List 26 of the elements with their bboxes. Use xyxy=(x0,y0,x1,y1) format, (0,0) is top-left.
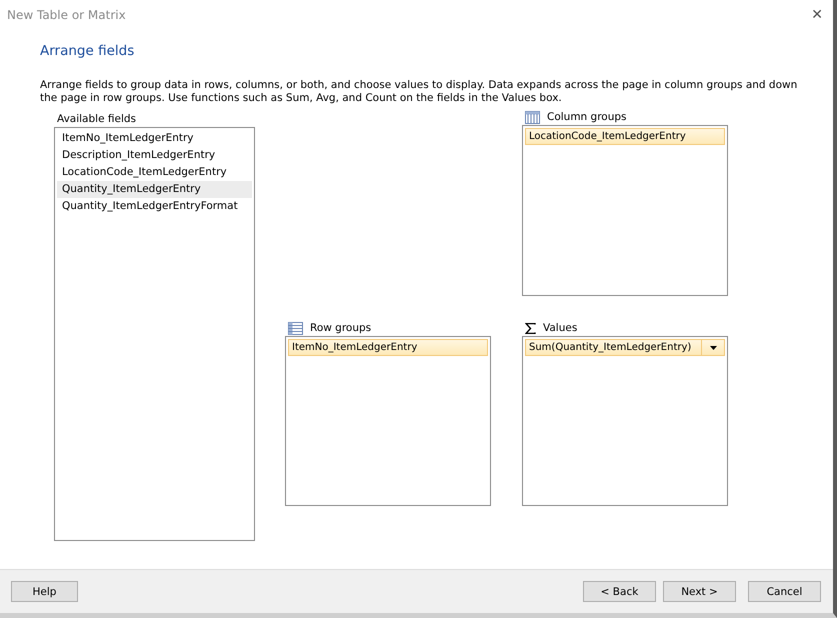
field-item[interactable]: Quantity_ItemLedgerEntryFormat xyxy=(57,198,252,215)
page-heading: Arrange fields xyxy=(40,43,136,59)
zone-label: Column groups xyxy=(547,111,627,123)
drop-zone[interactable]: LocationCode_ItemLedgerEntry xyxy=(522,125,728,296)
sigma-icon xyxy=(525,322,536,334)
field-chip[interactable]: Sum(Quantity_ItemLedgerEntry) xyxy=(525,339,725,356)
field-item[interactable]: LocationCode_ItemLedgerEntry xyxy=(57,164,252,181)
field-item[interactable]: Quantity_ItemLedgerEntry xyxy=(57,181,252,198)
table-icon xyxy=(525,110,540,124)
available-fields-label: Available fields xyxy=(57,113,136,125)
cancel-button[interactable]: Cancel xyxy=(748,581,821,602)
drop-zone[interactable]: Sum(Quantity_ItemLedgerEntry) xyxy=(522,336,728,506)
field-item[interactable]: ItemNo_ItemLedgerEntry xyxy=(57,130,252,147)
field-chip[interactable]: ItemNo_ItemLedgerEntry xyxy=(288,339,488,356)
help-button[interactable]: Help xyxy=(11,581,78,602)
zone-label: Values xyxy=(543,322,578,334)
drop-zone[interactable]: ItemNo_ItemLedgerEntry xyxy=(285,336,491,506)
next-button[interactable]: Next > xyxy=(663,581,736,602)
field-item[interactable]: Description_ItemLedgerEntry xyxy=(57,147,252,164)
field-chip[interactable]: LocationCode_ItemLedgerEntry xyxy=(525,128,725,145)
list-icon xyxy=(288,322,303,334)
back-button[interactable]: < Back xyxy=(583,581,656,602)
close-icon[interactable]: ✕ xyxy=(811,7,823,23)
zone-label: Row groups xyxy=(310,322,372,334)
window-title: New Table or Matrix xyxy=(7,8,126,22)
description-text: Arrange fields to group data in rows, columns, or both, and choose values to display. Data expands across the page in column groups and down the page in row groups. Use functions such as Sum, Avg, and Count on the fields in the Values box. xyxy=(40,79,798,105)
